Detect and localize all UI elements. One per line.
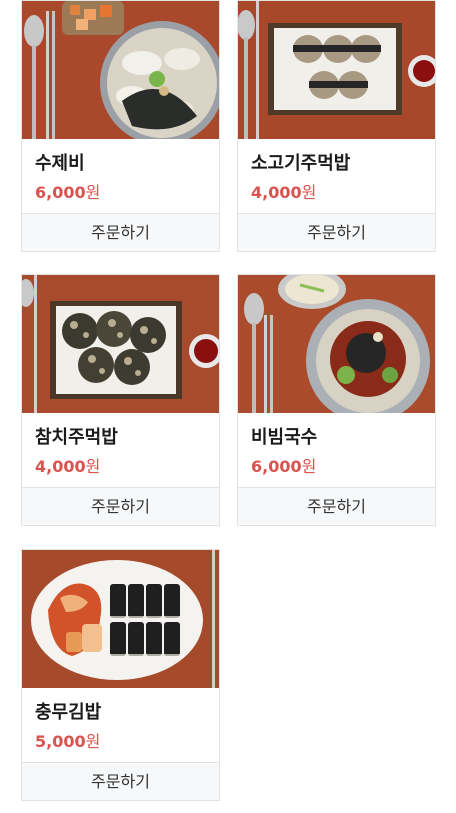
order-button[interactable]: 주문하기 <box>22 487 219 525</box>
order-button[interactable]: 주문하기 <box>238 487 435 525</box>
menu-item-name: 수제비 <box>35 153 85 174</box>
food-photo-bibim-noodles[interactable] <box>238 275 435 413</box>
order-button[interactable]: 주문하기 <box>22 762 219 800</box>
menu-card-chungmu-gimbap[interactable]: 충무김밥 5,000원 주문하기 <box>21 549 220 801</box>
order-button[interactable]: 주문하기 <box>238 213 435 251</box>
food-photo-beef-rice-ball[interactable] <box>238 1 435 139</box>
menu-item-name: 소고기주먹밥 <box>251 153 351 174</box>
menu-card-sujebi[interactable]: 수제비 6,000원 주문하기 <box>21 0 220 252</box>
menu-item-name: 참치주먹밥 <box>35 427 118 448</box>
menu-item-price: 6,000원 <box>35 183 101 202</box>
menu-item-price: 6,000원 <box>251 457 317 476</box>
menu-card-tuna-rice-ball[interactable]: 참치주먹밥 4,000원 주문하기 <box>21 274 220 526</box>
menu-card-bibim-noodles[interactable]: 비빔국수 6,000원 주문하기 <box>237 274 436 526</box>
order-button[interactable]: 주문하기 <box>22 213 219 251</box>
menu-item-price: 4,000원 <box>35 457 101 476</box>
food-photo-chungmu-gimbap[interactable] <box>22 550 219 688</box>
food-photo-tuna-rice-ball[interactable] <box>22 275 219 413</box>
menu-item-name: 충무김밥 <box>35 702 102 723</box>
food-photo-sujebi[interactable] <box>22 1 219 139</box>
menu-card-beef-rice-ball[interactable]: 소고기주먹밥 4,000원 주문하기 <box>237 0 436 252</box>
menu-item-name: 비빔국수 <box>251 427 318 448</box>
menu-item-price: 4,000원 <box>251 183 317 202</box>
menu-item-price: 5,000원 <box>35 732 101 751</box>
